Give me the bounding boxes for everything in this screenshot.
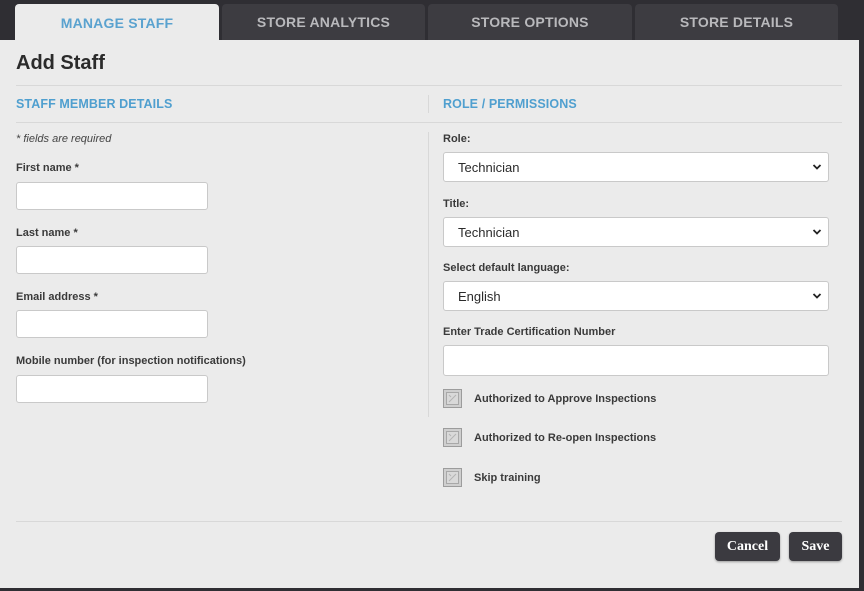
- column-divider: [428, 132, 429, 417]
- reopen-inspections-checkbox-row[interactable]: Authorized to Re-open Inspections: [443, 428, 656, 447]
- trade-cert-label: Enter Trade Certification Number: [443, 326, 616, 338]
- trade-cert-field[interactable]: [443, 345, 829, 376]
- title-divider: [16, 85, 842, 86]
- required-note: * fields are required: [16, 133, 112, 145]
- email-field[interactable]: [16, 310, 208, 338]
- first-name-label: First name *: [16, 162, 79, 174]
- tab-store-options[interactable]: STORE OPTIONS: [428, 4, 632, 40]
- role-permissions-heading: ROLE / PERMISSIONS: [443, 97, 577, 111]
- mobile-field[interactable]: [16, 375, 208, 403]
- save-button[interactable]: Save: [789, 532, 842, 561]
- title-select-value: Technician: [458, 224, 520, 240]
- email-label: Email address *: [16, 291, 98, 303]
- language-select[interactable]: English: [443, 281, 829, 311]
- first-name-field[interactable]: [16, 182, 208, 210]
- approve-inspections-label: Authorized to Approve Inspections: [474, 392, 657, 405]
- skip-training-label: Skip training: [474, 471, 541, 484]
- tab-store-analytics[interactable]: STORE ANALYTICS: [222, 4, 425, 40]
- role-select[interactable]: Technician: [443, 152, 829, 182]
- section-divider: [16, 122, 842, 123]
- tab-bar: MANAGE STAFF STORE ANALYTICS STORE OPTIO…: [0, 0, 864, 42]
- skip-training-checkbox-row[interactable]: Skip training: [443, 468, 541, 487]
- approve-inspections-checkbox-row[interactable]: Authorized to Approve Inspections: [443, 389, 656, 408]
- reopen-inspections-label: Authorized to Re-open Inspections: [474, 431, 657, 444]
- role-label: Role:: [443, 133, 471, 145]
- cancel-button[interactable]: Cancel: [715, 532, 780, 561]
- footer-divider: [16, 521, 842, 522]
- tab-manage-staff[interactable]: MANAGE STAFF: [15, 4, 219, 42]
- mobile-label: Mobile number (for inspection notificati…: [16, 355, 246, 367]
- language-select-value: English: [458, 288, 501, 304]
- role-select-value: Technician: [458, 159, 520, 175]
- title-select[interactable]: Technician: [443, 217, 829, 247]
- header-column-divider: [428, 95, 429, 113]
- chevron-down-icon: [812, 293, 822, 299]
- last-name-label: Last name *: [16, 227, 78, 239]
- checkbox-empty-icon[interactable]: [443, 428, 462, 447]
- last-name-field[interactable]: [16, 246, 208, 274]
- checkbox-empty-icon[interactable]: [443, 389, 462, 408]
- chevron-down-icon: [812, 229, 822, 235]
- tab-store-details[interactable]: STORE DETAILS: [635, 4, 838, 40]
- add-staff-panel: Add Staff STAFF MEMBER DETAILS * fields …: [0, 40, 859, 588]
- staff-member-details-heading: STAFF MEMBER DETAILS: [16, 97, 173, 111]
- language-label: Select default language:: [443, 262, 570, 274]
- chevron-down-icon: [812, 164, 822, 170]
- checkbox-empty-icon[interactable]: [443, 468, 462, 487]
- page-title: Add Staff: [16, 52, 105, 74]
- title-label: Title:: [443, 198, 470, 210]
